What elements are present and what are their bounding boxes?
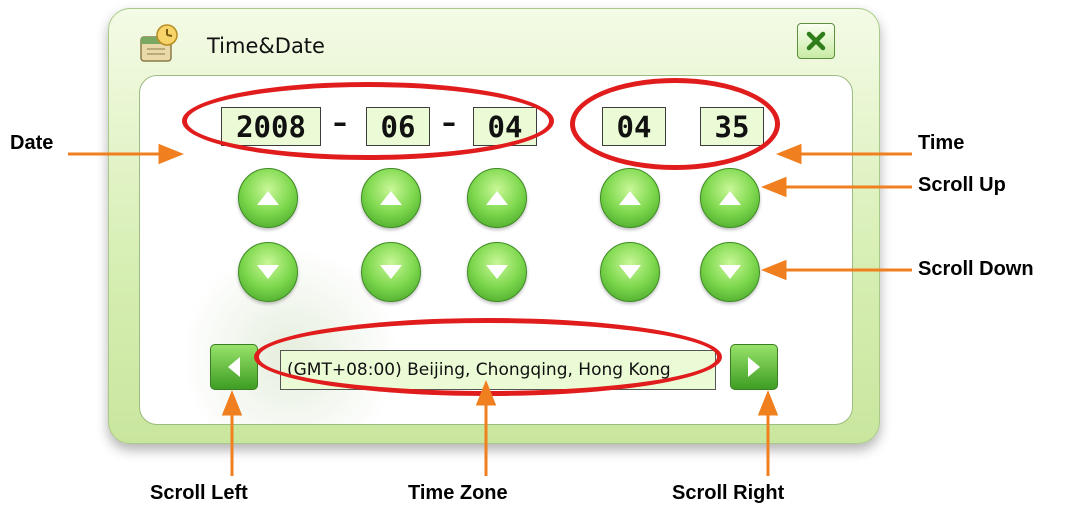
time-callout-label: Time — [918, 132, 965, 154]
callout-arrows — [68, 143, 912, 476]
scroll-right-callout-label: Scroll Right — [672, 482, 785, 504]
time-zone-callout-label: Time Zone — [408, 482, 508, 504]
scroll-down-callout-label: Scroll Down — [918, 258, 1034, 280]
date-callout-label: Date — [10, 132, 54, 154]
scroll-up-callout-label: Scroll Up — [918, 174, 1006, 196]
scroll-left-callout-label: Scroll Left — [150, 482, 248, 504]
